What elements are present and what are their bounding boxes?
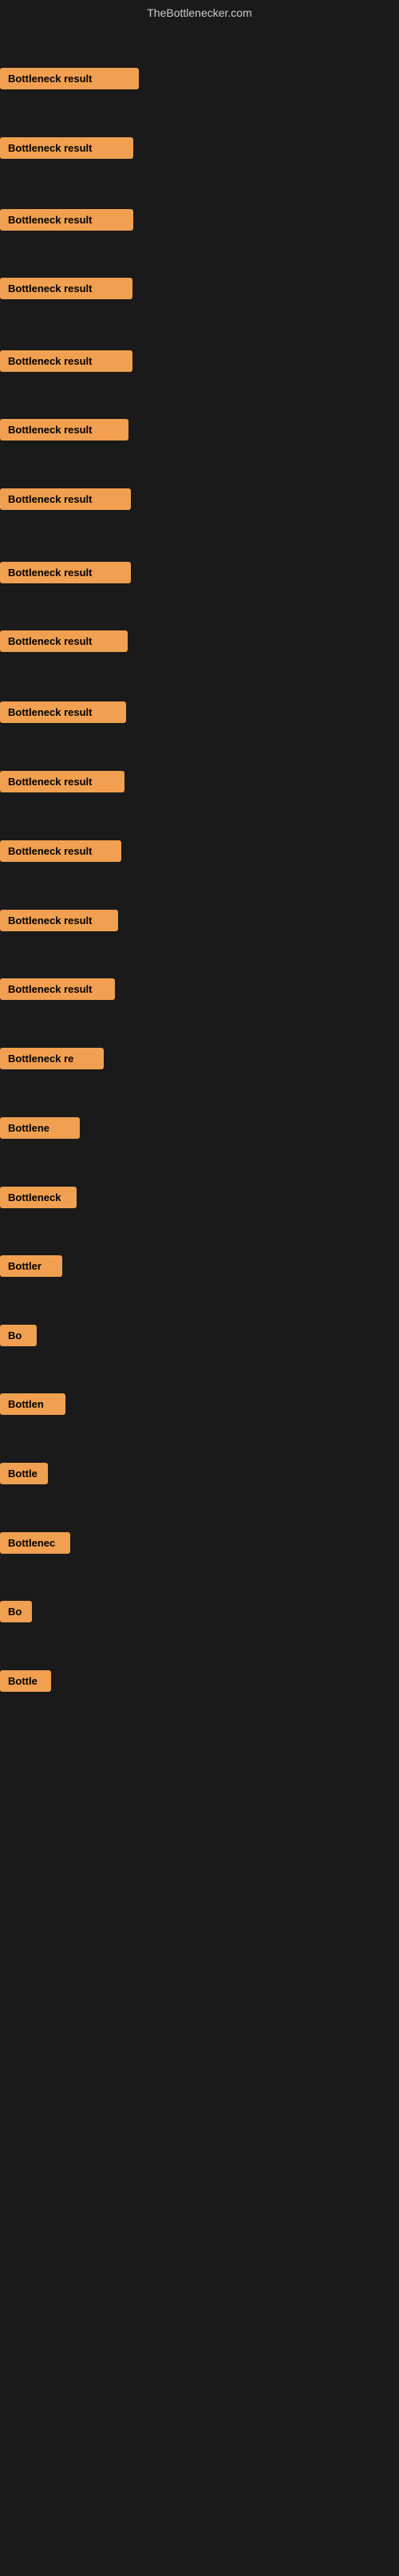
bottleneck-badge-5[interactable]: Bottleneck result <box>0 350 132 372</box>
bottleneck-badge-container-10: Bottleneck result <box>0 701 126 727</box>
bottleneck-badge-12[interactable]: Bottleneck result <box>0 840 121 862</box>
bottleneck-badge-container-20: Bottlen <box>0 1393 65 1419</box>
bottleneck-badge-9[interactable]: Bottleneck result <box>0 630 128 652</box>
bottleneck-badge-container-12: Bottleneck result <box>0 840 121 866</box>
site-title: TheBottlenecker.com <box>0 0 399 22</box>
bottleneck-badge-container-14: Bottleneck result <box>0 978 115 1004</box>
bottleneck-badge-container-22: Bottlenec <box>0 1532 70 1558</box>
bottleneck-badge-18[interactable]: Bottler <box>0 1255 62 1277</box>
bottleneck-badge-container-24: Bottle <box>0 1670 51 1696</box>
bottleneck-badge-11[interactable]: Bottleneck result <box>0 771 124 792</box>
bottleneck-badge-23[interactable]: Bo <box>0 1601 32 1622</box>
bottleneck-badge-container-21: Bottle <box>0 1463 48 1488</box>
bottleneck-badge-container-15: Bottleneck re <box>0 1048 104 1073</box>
bottleneck-badge-container-8: Bottleneck result <box>0 562 131 587</box>
bottleneck-badge-container-2: Bottleneck result <box>0 137 133 163</box>
bottleneck-badge-7[interactable]: Bottleneck result <box>0 488 131 510</box>
bottleneck-badge-2[interactable]: Bottleneck result <box>0 137 133 159</box>
bottleneck-badge-16[interactable]: Bottlene <box>0 1117 80 1139</box>
bottleneck-badge-6[interactable]: Bottleneck result <box>0 419 128 441</box>
bottleneck-badge-container-18: Bottler <box>0 1255 62 1281</box>
bottleneck-badge-container-19: Bo <box>0 1325 37 1350</box>
bottleneck-badge-container-7: Bottleneck result <box>0 488 131 514</box>
bottleneck-badge-21[interactable]: Bottle <box>0 1463 48 1484</box>
bottleneck-badge-8[interactable]: Bottleneck result <box>0 562 131 583</box>
bottleneck-badge-container-23: Bo <box>0 1601 32 1626</box>
bottleneck-badge-container-3: Bottleneck result <box>0 209 133 235</box>
bottleneck-badge-container-6: Bottleneck result <box>0 419 128 444</box>
bottleneck-badge-20[interactable]: Bottlen <box>0 1393 65 1415</box>
bottleneck-badge-container-16: Bottlene <box>0 1117 80 1143</box>
bottleneck-badge-15[interactable]: Bottleneck re <box>0 1048 104 1069</box>
bottleneck-badge-24[interactable]: Bottle <box>0 1670 51 1692</box>
bottleneck-badge-4[interactable]: Bottleneck result <box>0 278 132 299</box>
bottleneck-badge-19[interactable]: Bo <box>0 1325 37 1346</box>
bottleneck-badge-container-9: Bottleneck result <box>0 630 128 656</box>
bottleneck-badge-1[interactable]: Bottleneck result <box>0 68 139 89</box>
bottleneck-badge-17[interactable]: Bottleneck <box>0 1187 77 1208</box>
bottleneck-badge-container-1: Bottleneck result <box>0 68 139 93</box>
bottleneck-badge-13[interactable]: Bottleneck result <box>0 910 118 931</box>
bottleneck-badge-container-5: Bottleneck result <box>0 350 132 376</box>
bottleneck-badge-container-4: Bottleneck result <box>0 278 132 303</box>
bottleneck-badge-10[interactable]: Bottleneck result <box>0 701 126 723</box>
bottleneck-badge-container-13: Bottleneck result <box>0 910 118 935</box>
bottleneck-badge-3[interactable]: Bottleneck result <box>0 209 133 231</box>
bottleneck-badge-22[interactable]: Bottlenec <box>0 1532 70 1554</box>
bottleneck-badge-container-11: Bottleneck result <box>0 771 124 796</box>
bottleneck-badge-container-17: Bottleneck <box>0 1187 77 1212</box>
bottleneck-badge-14[interactable]: Bottleneck result <box>0 978 115 1000</box>
